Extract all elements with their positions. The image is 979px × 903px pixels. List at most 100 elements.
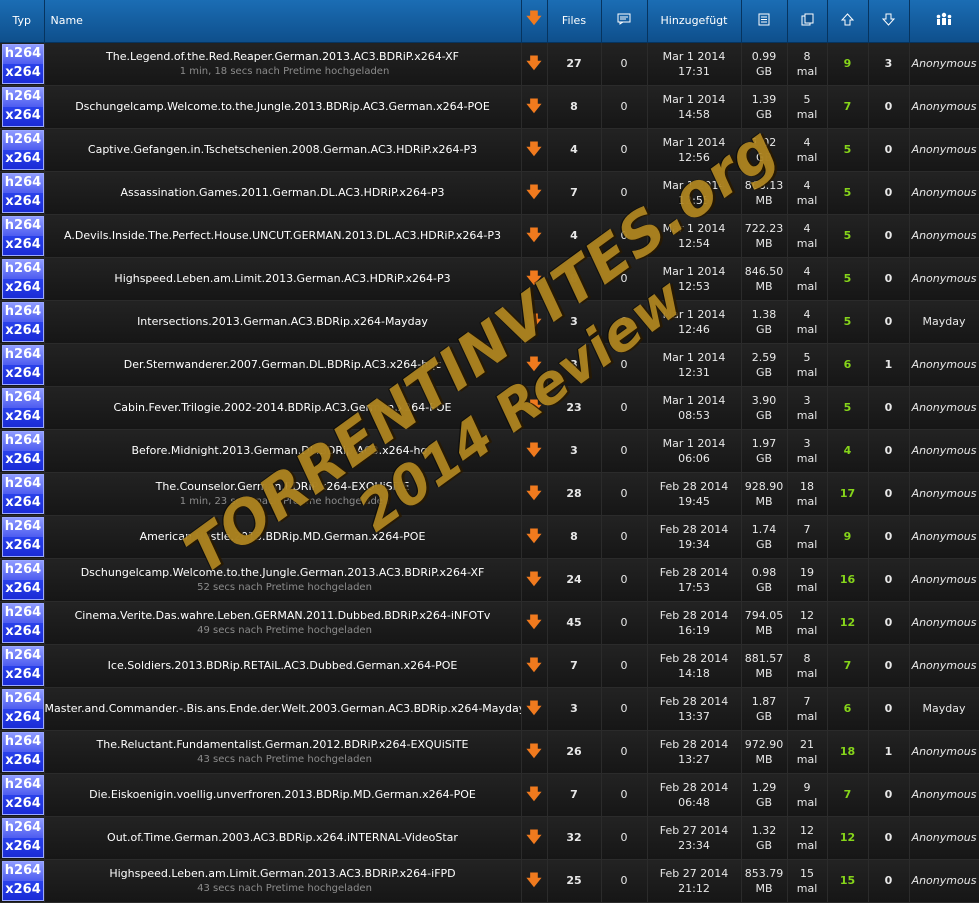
comments-count[interactable]: 0 [601,472,648,516]
snatched-cell[interactable]: 19 mal [787,558,828,602]
files-count[interactable]: 3 [547,343,602,387]
torrent-name-link[interactable]: Dschungelcamp.Welcome.to.the.Jungle.Germ… [45,565,521,580]
files-count[interactable]: 7 [547,171,602,215]
leechers-count[interactable]: 0 [868,472,910,516]
h264-x264-type-icon[interactable]: h264 x264 [2,87,44,127]
header-name[interactable]: Name [44,0,522,43]
type-cell[interactable]: h264 x264 [0,257,45,301]
snatched-cell[interactable]: 7 mal [787,687,828,731]
leechers-count[interactable]: 0 [868,300,910,344]
header-size[interactable] [741,0,788,43]
h264-x264-type-icon[interactable]: h264 x264 [2,130,44,170]
snatched-cell[interactable]: 4 mal [787,300,828,344]
snatched-cell[interactable]: 4 mal [787,171,828,215]
type-cell[interactable]: h264 x264 [0,128,45,172]
leechers-count[interactable]: 1 [868,343,910,387]
files-count[interactable]: 8 [547,515,602,559]
torrent-name-link[interactable]: Assassination.Games.2011.German.DL.AC3.H… [45,185,521,200]
header-typ[interactable]: Typ [0,0,45,43]
leechers-count[interactable]: 1 [868,730,910,774]
leechers-count[interactable]: 0 [868,171,910,215]
h264-x264-type-icon[interactable]: h264 x264 [2,517,44,557]
leechers-count[interactable]: 0 [868,85,910,129]
seeders-count[interactable]: 5 [827,171,869,215]
header-uploader[interactable] [909,0,979,43]
download-cell[interactable]: 🡇 [521,859,548,903]
type-cell[interactable]: h264 x264 [0,558,45,602]
h264-x264-type-icon[interactable]: h264 x264 [2,646,44,686]
download-cell[interactable]: 🡇 [521,300,548,344]
type-cell[interactable]: h264 x264 [0,300,45,344]
files-count[interactable]: 25 [547,859,602,903]
type-cell[interactable]: h264 x264 [0,343,45,387]
seeders-count[interactable]: 7 [827,85,869,129]
leechers-count[interactable]: 0 [868,515,910,559]
h264-x264-type-icon[interactable]: h264 x264 [2,474,44,514]
type-cell[interactable]: h264 x264 [0,730,45,774]
header-files[interactable]: Files [547,0,602,43]
download-arrow-icon[interactable]: 🡇 [526,312,541,330]
seeders-count[interactable]: 7 [827,644,869,688]
h264-x264-type-icon[interactable]: h264 x264 [2,689,44,729]
torrent-name-link[interactable]: Out.of.Time.German.2003.AC3.BDRip.x264.i… [45,830,521,845]
leechers-count[interactable]: 0 [868,859,910,903]
torrent-name-link[interactable]: Intersections.2013.German.AC3.BDRip.x264… [45,314,521,329]
download-cell[interactable]: 🡇 [521,773,548,817]
leechers-count[interactable]: 0 [868,214,910,258]
files-count[interactable]: 4 [547,128,602,172]
download-cell[interactable]: 🡇 [521,343,548,387]
type-cell[interactable]: h264 x264 [0,644,45,688]
h264-x264-type-icon[interactable]: h264 x264 [2,732,44,772]
files-count[interactable]: 7 [547,773,602,817]
torrent-name-link[interactable]: Dschungelcamp.Welcome.to.the.Jungle.2013… [45,99,521,114]
download-arrow-icon[interactable]: 🡇 [526,140,541,158]
comments-count[interactable]: 0 [601,386,648,430]
torrent-name-link[interactable]: Ice.Soldiers.2013.BDRip.RETAiL.AC3.Dubbe… [45,658,521,673]
comments-count[interactable]: 0 [601,515,648,559]
leechers-count[interactable]: 0 [868,429,910,473]
download-arrow-icon[interactable]: 🡇 [526,484,541,502]
seeders-count[interactable]: 18 [827,730,869,774]
download-cell[interactable]: 🡇 [521,171,548,215]
snatched-cell[interactable]: 3 mal [787,429,828,473]
download-cell[interactable]: 🡇 [521,601,548,645]
header-snatched[interactable] [787,0,828,43]
type-cell[interactable]: h264 x264 [0,687,45,731]
h264-x264-type-icon[interactable]: h264 x264 [2,345,44,385]
download-cell[interactable]: 🡇 [521,386,548,430]
leechers-count[interactable]: 0 [868,601,910,645]
torrent-name-link[interactable]: Die.Eiskoenigin.voellig.unverfroren.2013… [45,787,521,802]
leechers-count[interactable]: 0 [868,773,910,817]
torrent-name-link[interactable]: Highspeed.Leben.am.Limit.2013.German.AC3… [45,271,521,286]
h264-x264-type-icon[interactable]: h264 x264 [2,560,44,600]
download-arrow-icon[interactable]: 🡇 [526,183,541,201]
h264-x264-type-icon[interactable]: h264 x264 [2,861,44,901]
comments-count[interactable]: 0 [601,859,648,903]
comments-count[interactable]: 0 [601,300,648,344]
snatched-cell[interactable]: 3 mal [787,386,828,430]
torrent-name-link[interactable]: A.Devils.Inside.The.Perfect.House.UNCUT.… [45,228,521,243]
torrent-name-link[interactable]: Der.Sternwanderer.2007.German.DL.BDRip.A… [45,357,521,372]
snatched-cell[interactable]: 4 mal [787,128,828,172]
header-seeders[interactable] [827,0,869,43]
snatched-cell[interactable]: 5 mal [787,85,828,129]
seeders-count[interactable]: 5 [827,257,869,301]
type-cell[interactable]: h264 x264 [0,429,45,473]
download-arrow-icon[interactable]: 🡇 [526,398,541,416]
seeders-count[interactable]: 6 [827,343,869,387]
download-arrow-icon[interactable]: 🡇 [526,613,541,631]
files-count[interactable]: 8 [547,257,602,301]
files-count[interactable]: 26 [547,730,602,774]
seeders-count[interactable]: 5 [827,300,869,344]
seeders-count[interactable]: 17 [827,472,869,516]
h264-x264-type-icon[interactable]: h264 x264 [2,216,44,256]
type-cell[interactable]: h264 x264 [0,214,45,258]
type-cell[interactable]: h264 x264 [0,601,45,645]
comments-count[interactable]: 0 [601,558,648,602]
seeders-count[interactable]: 4 [827,429,869,473]
comments-count[interactable]: 0 [601,644,648,688]
files-count[interactable]: 27 [547,42,602,86]
download-cell[interactable]: 🡇 [521,515,548,559]
snatched-cell[interactable]: 5 mal [787,343,828,387]
seeders-count[interactable]: 12 [827,816,869,860]
